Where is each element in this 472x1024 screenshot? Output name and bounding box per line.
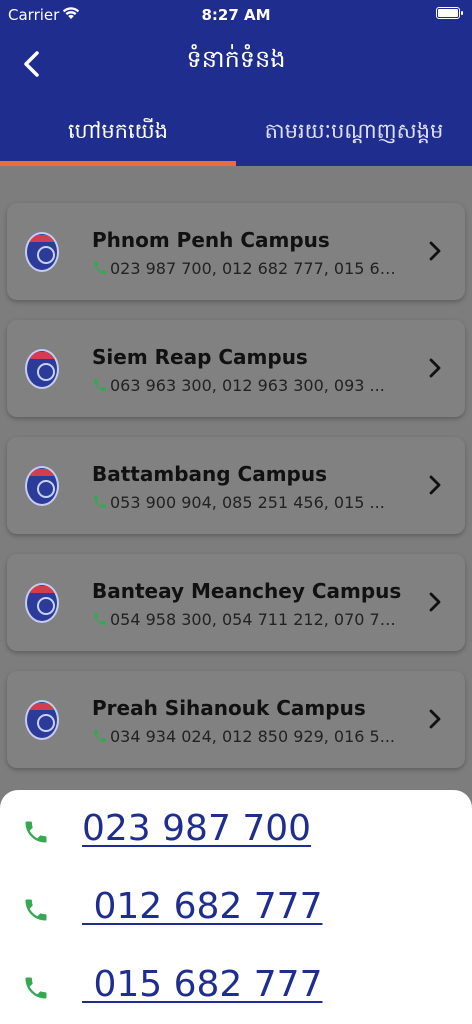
phone-number-link[interactable]: 012 682 777 bbox=[82, 886, 322, 927]
chevron-right-icon bbox=[429, 358, 441, 378]
sheet-phone-row[interactable]: 012 682 777 bbox=[0, 872, 472, 948]
campus-name: Banteay Meanchey Campus bbox=[92, 579, 402, 603]
campus-card-preah-sihanouk[interactable]: Preah Sihanouk Campus 034 934 024, 012 8… bbox=[7, 671, 465, 768]
phone-icon bbox=[25, 899, 47, 921]
header-bar: Carrier 8:27 AM ទំនាក់ទំនង ហៅមកយើង តាមរយ… bbox=[0, 0, 472, 166]
phone-number-sheet: 023 987 700 012 682 777 015 682 777 bbox=[0, 790, 472, 1024]
campus-card-banteay-meanchey[interactable]: Banteay Meanchey Campus 054 958 300, 054… bbox=[7, 554, 465, 651]
campus-card-battambang[interactable]: Battambang Campus 053 900 904, 085 251 4… bbox=[7, 437, 465, 534]
phone-icon bbox=[94, 613, 106, 625]
chevron-right-icon bbox=[429, 241, 441, 261]
phone-icon bbox=[94, 496, 106, 508]
campus-name: Battambang Campus bbox=[92, 462, 327, 486]
phone-icon bbox=[94, 262, 106, 274]
chevron-right-icon bbox=[429, 592, 441, 612]
campus-phones: 053 900 904, 085 251 456, 015 ... bbox=[92, 493, 402, 512]
phone-icon bbox=[25, 821, 47, 843]
campus-list: Phnom Penh Campus 023 987 700, 012 682 7… bbox=[0, 166, 472, 790]
chevron-right-icon bbox=[429, 475, 441, 495]
campus-phones: 023 987 700, 012 682 777, 015 68... bbox=[92, 259, 402, 278]
chevron-right-icon bbox=[429, 709, 441, 729]
tab-call-us[interactable]: ហៅមកយើង bbox=[0, 118, 236, 149]
sheet-phone-row[interactable]: 023 987 700 bbox=[0, 794, 472, 870]
phone-icon bbox=[25, 977, 47, 999]
campus-logo-icon bbox=[25, 700, 59, 740]
phone-number-link[interactable]: 015 682 777 bbox=[82, 964, 322, 1005]
campus-phones: 063 963 300, 012 963 300, 093 ... bbox=[92, 376, 402, 395]
campus-phones: 034 934 024, 012 850 929, 016 5... bbox=[92, 727, 402, 746]
campus-card-siem-reap[interactable]: Siem Reap Campus 063 963 300, 012 963 30… bbox=[7, 320, 465, 417]
phone-number-link[interactable]: 023 987 700 bbox=[82, 808, 311, 849]
status-bar: Carrier 8:27 AM bbox=[0, 0, 472, 32]
page-title: ទំនាក់ទំនង bbox=[186, 45, 286, 73]
sheet-phone-row[interactable]: 015 682 777 bbox=[0, 950, 472, 1024]
campus-name: Siem Reap Campus bbox=[92, 345, 308, 369]
campus-logo-icon bbox=[25, 349, 59, 389]
campus-name: Preah Sihanouk Campus bbox=[92, 696, 366, 720]
clock: 8:27 AM bbox=[201, 6, 271, 24]
campus-name: Phnom Penh Campus bbox=[92, 228, 330, 252]
campus-logo-icon bbox=[25, 466, 59, 506]
campus-phones: 054 958 300, 054 711 212, 070 71... bbox=[92, 610, 402, 629]
phone-icon bbox=[94, 379, 106, 391]
campus-logo-icon bbox=[25, 583, 59, 623]
campus-card-phnom-penh[interactable]: Phnom Penh Campus 023 987 700, 012 682 7… bbox=[7, 203, 465, 300]
tab-social-network[interactable]: តាមរយៈបណ្ដាញសង្គម bbox=[236, 118, 472, 149]
battery-icon bbox=[436, 7, 463, 19]
campus-logo-icon bbox=[25, 232, 59, 272]
phone-icon bbox=[94, 730, 106, 742]
